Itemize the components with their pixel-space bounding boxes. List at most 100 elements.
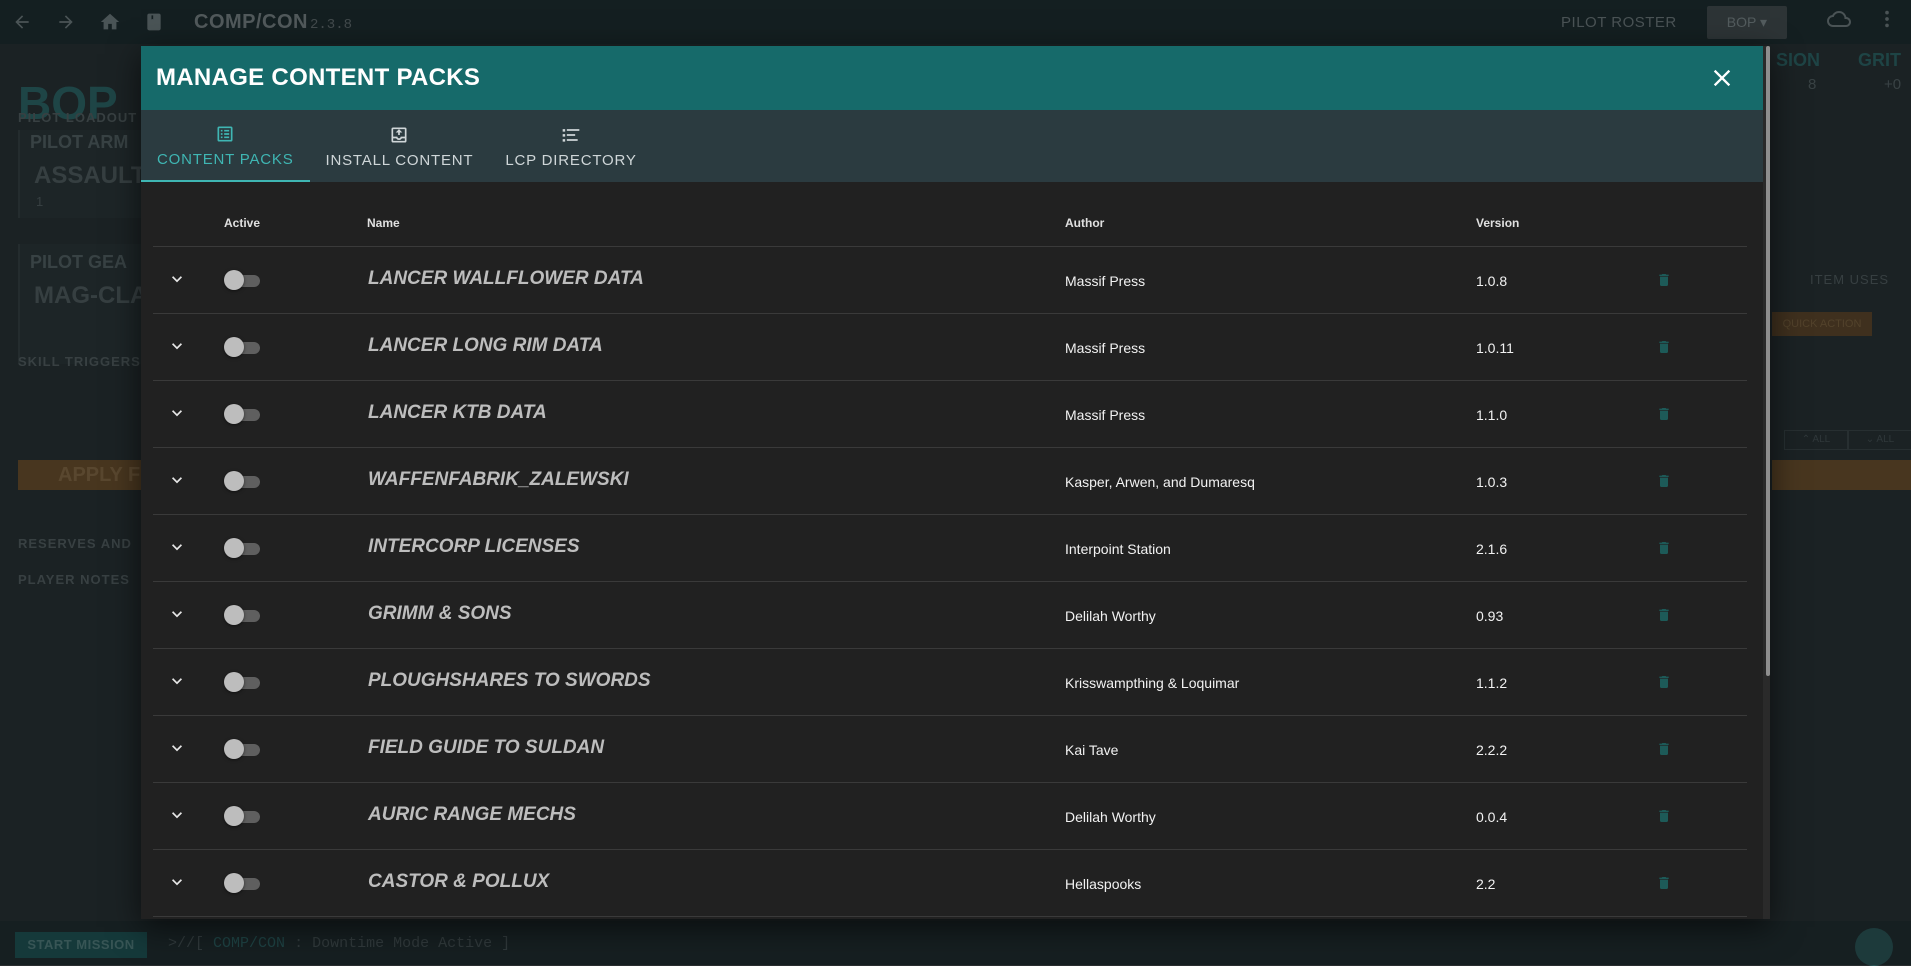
active-toggle[interactable] [224, 470, 264, 492]
expand-row-button[interactable] [165, 602, 189, 626]
delete-button[interactable] [1653, 470, 1675, 492]
toggle-thumb [224, 404, 244, 424]
delete-icon [1659, 810, 1669, 822]
delete-icon [1659, 542, 1669, 554]
pack-author: Massif Press [1065, 407, 1146, 423]
delete-icon [1659, 609, 1669, 621]
column-header-name[interactable]: Name [367, 216, 400, 230]
chevron-down-icon [172, 879, 182, 886]
dialog-title: MANAGE CONTENT PACKS [156, 64, 481, 91]
active-toggle[interactable] [224, 604, 264, 626]
pack-name: AURIC RANGE MECHS [368, 804, 576, 825]
pack-version: 1.1.2 [1476, 675, 1508, 691]
list-box-icon [215, 123, 235, 145]
pack-name: PLOUGHSHARES TO SWORDS [368, 670, 651, 691]
chevron-down-icon [172, 611, 182, 618]
active-toggle[interactable] [224, 336, 264, 358]
delete-icon [1659, 274, 1669, 286]
active-toggle[interactable] [224, 403, 264, 425]
active-toggle[interactable] [224, 738, 264, 760]
active-toggle[interactable] [224, 805, 264, 827]
chevron-down-icon [172, 343, 182, 350]
pack-name: WAFFENFABRIK_ZALEWSKI [368, 469, 629, 490]
toggle-thumb [224, 873, 244, 893]
active-toggle[interactable] [224, 872, 264, 894]
pack-author: Delilah Worthy [1065, 608, 1156, 624]
table-row: WAFFENFABRIK_ZALEWSKI Kasper, Arwen, and… [153, 448, 1747, 515]
tab-label: CONTENT PACKS [157, 150, 294, 168]
toggle-thumb [224, 806, 244, 826]
column-header-active[interactable]: Active [224, 216, 260, 230]
tab-label: INSTALL CONTENT [325, 151, 474, 169]
active-toggle[interactable] [224, 269, 264, 291]
pack-version: 0.0.4 [1476, 809, 1508, 825]
pack-name: LANCER LONG RIM DATA [368, 335, 603, 356]
toggle-thumb [224, 270, 244, 290]
chevron-down-icon [172, 745, 182, 752]
table-row: LANCER LONG RIM DATA Massif Press 1.0.11 [153, 314, 1747, 381]
delete-button[interactable] [1653, 336, 1675, 358]
delete-button[interactable] [1653, 269, 1675, 291]
tab-content-packs[interactable]: CONTENT PACKS [141, 110, 310, 182]
pack-version: 2.1.6 [1476, 541, 1508, 557]
delete-button[interactable] [1653, 537, 1675, 559]
pack-author: Krisswampthing & Loquimar [1065, 675, 1240, 691]
table-row: LANCER KTB DATA Massif Press 1.1.0 [153, 381, 1747, 448]
column-header-version[interactable]: Version [1476, 216, 1519, 230]
toggle-thumb [224, 471, 244, 491]
close-icon [1713, 69, 1731, 87]
delete-button[interactable] [1653, 403, 1675, 425]
pack-author: Hellaspooks [1065, 876, 1142, 892]
content-packs-table: Active Name Author Version LANCER WALLFL… [153, 196, 1747, 917]
expand-row-button[interactable] [165, 535, 189, 559]
pack-version: 1.0.8 [1476, 273, 1508, 289]
table-row: INTERCORP LICENSES Interpoint Station 2.… [153, 515, 1747, 582]
active-toggle[interactable] [224, 537, 264, 559]
pack-version: 2.2 [1476, 876, 1496, 892]
pack-author: Massif Press [1065, 340, 1146, 356]
pack-name: GRIMM & SONS [368, 603, 512, 624]
table-row: GRIMM & SONS Delilah Worthy 0.93 [153, 582, 1747, 649]
pack-version: 2.2.2 [1476, 742, 1508, 758]
expand-row-button[interactable] [165, 736, 189, 760]
tab-install-content[interactable]: INSTALL CONTENT [310, 110, 490, 182]
expand-row-button[interactable] [165, 334, 189, 358]
expand-row-button[interactable] [165, 870, 189, 894]
delete-icon [1659, 341, 1669, 353]
chevron-down-icon [172, 678, 182, 685]
expand-row-button[interactable] [165, 669, 189, 693]
table-row: AURIC RANGE MECHS Delilah Worthy 0.0.4 [153, 783, 1747, 850]
pack-name: LANCER WALLFLOWER DATA [368, 268, 644, 289]
delete-button[interactable] [1653, 671, 1675, 693]
delete-button[interactable] [1653, 805, 1675, 827]
delete-button[interactable] [1653, 872, 1675, 894]
pack-author: Massif Press [1065, 273, 1146, 289]
column-header-author[interactable]: Author [1065, 216, 1104, 230]
expand-row-button[interactable] [165, 401, 189, 425]
active-toggle[interactable] [224, 671, 264, 693]
delete-button[interactable] [1653, 738, 1675, 760]
pack-author: Delilah Worthy [1065, 809, 1156, 825]
table-row: FIELD GUIDE TO SULDAN Kai Tave 2.2.2 [153, 716, 1747, 783]
toggle-thumb [224, 538, 244, 558]
pack-version: 0.93 [1476, 608, 1504, 624]
delete-button[interactable] [1653, 604, 1675, 626]
toggle-thumb [224, 739, 244, 759]
toggle-thumb [224, 337, 244, 357]
toggle-thumb [224, 605, 244, 625]
expand-row-button[interactable] [165, 468, 189, 492]
expand-row-button[interactable] [165, 803, 189, 827]
delete-icon [1659, 743, 1669, 755]
table-row: LANCER WALLFLOWER DATA Massif Press 1.0.… [153, 247, 1747, 314]
pack-name: LANCER KTB DATA [368, 402, 547, 423]
tab-lcp-directory[interactable]: LCP DIRECTORY [489, 110, 652, 182]
table-row: CASTOR & POLLUX Hellaspooks 2.2 [153, 850, 1747, 917]
scrollbar-thumb[interactable] [1766, 46, 1770, 676]
chevron-down-icon [172, 276, 182, 283]
expand-row-button[interactable] [165, 267, 189, 291]
chevron-down-icon [172, 477, 182, 484]
delete-icon [1659, 877, 1669, 889]
pack-version: 1.0.3 [1476, 474, 1508, 490]
close-button[interactable] [1704, 60, 1740, 96]
table-body: LANCER WALLFLOWER DATA Massif Press 1.0.… [153, 247, 1747, 917]
